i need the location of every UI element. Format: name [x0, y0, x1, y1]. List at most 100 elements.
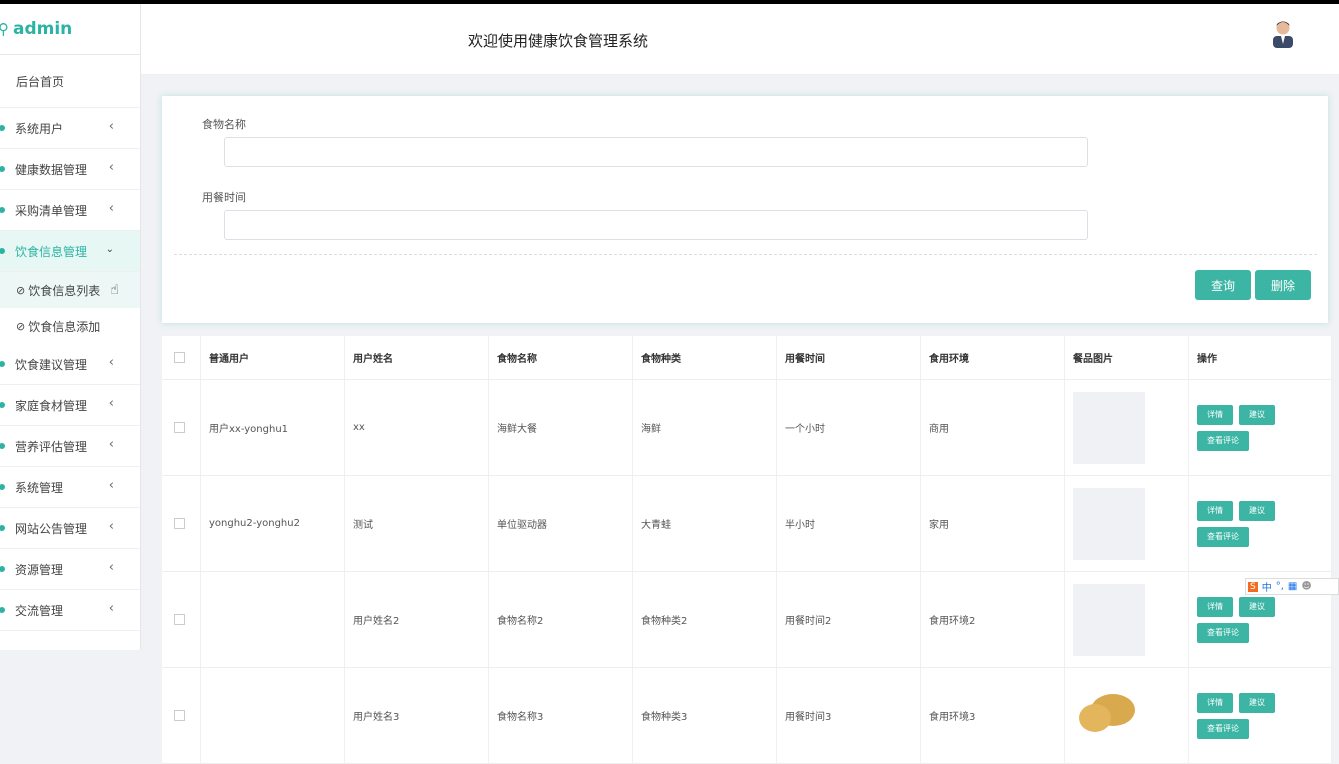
ime-logo-icon: S [1248, 581, 1258, 592]
chevron-left-icon: ‹ [108, 396, 114, 411]
check-circle-icon: ⊘ [16, 283, 26, 297]
suggest-button[interactable]: 建议 [1239, 596, 1275, 617]
table-cell: 食物种类2 [633, 572, 777, 667]
menu-dot-icon [0, 166, 5, 172]
meal-time-input[interactable] [224, 210, 1088, 240]
table-cell: 用户姓名3 [345, 668, 489, 763]
table-row: 用户姓名3 食物名称3 食物种类3 用餐时间3 食用环境3 详情 建议 查看评论 [162, 668, 1332, 764]
menu-dot-icon [0, 443, 5, 449]
menu-dot-icon [0, 607, 5, 613]
ime-lang[interactable]: 中 [1262, 579, 1272, 594]
menu-dot-icon [0, 125, 5, 131]
row-checkbox[interactable] [174, 710, 185, 721]
row-checkbox[interactable] [174, 614, 185, 625]
sidebar-item-health-data[interactable]: 健康数据管理 ‹ [0, 149, 140, 190]
select-all-cell [162, 336, 201, 379]
ime-toolbar[interactable]: S 中 °, ▦ ☻ [1245, 578, 1339, 595]
table-cell: 半小时 [777, 476, 921, 571]
user-icon: ⚲ [0, 20, 9, 38]
select-all-checkbox[interactable] [174, 352, 185, 363]
check-circle-icon: ⊘ [16, 319, 26, 333]
image-cell [1065, 572, 1189, 667]
sidebar-item-system-users[interactable]: 系统用户 ‹ [0, 108, 140, 149]
table-cell: 食物名称3 [489, 668, 633, 763]
detail-button[interactable]: 详情 [1197, 596, 1233, 617]
sidebar-item-resource[interactable]: 资源管理 ‹ [0, 549, 140, 590]
table-cell: 食用环境3 [921, 668, 1065, 763]
sidebar-item-notice[interactable]: 网站公告管理 ‹ [0, 508, 140, 549]
table-cell: 大青蛙 [633, 476, 777, 571]
sidebar-item-label: 网站公告管理 [15, 521, 88, 536]
menu-dot-icon [0, 361, 5, 367]
chevron-left-icon: ‹ [108, 201, 114, 216]
sidebar-item-family-food[interactable]: 家庭食材管理 ‹ [0, 385, 140, 426]
chevron-left-icon: ‹ [108, 160, 114, 175]
sidebar-item-diet-info[interactable]: 饮食信息管理 ⌄ [0, 231, 140, 272]
food-image [1073, 583, 1145, 656]
hand-cursor-icon: ☝ [110, 282, 119, 298]
comment-button[interactable]: 查看评论 [1197, 430, 1249, 451]
sidebar-item-system[interactable]: 系统管理 ‹ [0, 467, 140, 508]
detail-button[interactable]: 详情 [1197, 404, 1233, 425]
ops-cell: 详情 建议 查看评论 [1189, 668, 1332, 763]
ops-group: 详情 建议 查看评论 [1197, 500, 1307, 547]
comment-button[interactable]: 查看评论 [1197, 526, 1249, 547]
sidebar-sub-diet-list[interactable]: ⊘ 饮食信息列表 ☝ [0, 272, 140, 308]
ops-cell: 详情 建议 查看评论 [1189, 476, 1332, 571]
punctuation-icon[interactable]: °, [1276, 581, 1284, 592]
image-cell [1065, 380, 1189, 475]
table-header: 普通用户 用户姓名 食物名称 食物种类 用餐时间 食用环境 餐品图片 操作 [162, 336, 1332, 380]
sidebar-item-diet-suggest[interactable]: 饮食建议管理 ‹ [0, 344, 140, 385]
sidebar-item-label: 系统用户 [15, 121, 64, 136]
sidebar-item-home[interactable]: 后台首页 [0, 55, 140, 108]
row-checkbox[interactable] [174, 518, 185, 529]
sidebar-item-label: 饮食建议管理 [15, 357, 88, 372]
suggest-button[interactable]: 建议 [1239, 500, 1275, 521]
delete-button[interactable]: 删除 [1255, 270, 1311, 300]
row-select-cell [162, 668, 201, 763]
food-name-label: 食物名称 [202, 118, 246, 131]
suggest-button[interactable]: 建议 [1239, 404, 1275, 425]
table-cell: 食物名称2 [489, 572, 633, 667]
avatar[interactable] [1271, 18, 1295, 48]
chevron-left-icon: ‹ [108, 355, 114, 370]
comment-button[interactable]: 查看评论 [1197, 718, 1249, 739]
user-icon[interactable]: ☻ [1301, 581, 1311, 592]
sidebar-sub-diet-add[interactable]: ⊘ 饮食信息添加 [0, 308, 140, 344]
table-row: 用户xx-yonghu1 xx 海鲜大餐 海鲜 一个小时 商用 详情 建议 查看… [162, 380, 1332, 476]
table-cell: 海鲜大餐 [489, 380, 633, 475]
sidebar-item-label: 家庭食材管理 [15, 398, 88, 413]
row-checkbox[interactable] [174, 422, 185, 433]
header: 欢迎使用健康饮食管理系统 [141, 4, 1339, 75]
menu-dot-icon [0, 484, 5, 490]
sidebar: ⚲ admin 后台首页 系统用户 ‹ 健康数据管理 ‹ 采购清单管理 ‹ 饮食信息管… [0, 4, 141, 650]
menu-dot-icon [0, 248, 5, 254]
food-name-input[interactable] [224, 137, 1088, 167]
meal-time-label: 用餐时间 [202, 191, 246, 204]
sidebar-item-label: 饮食信息管理 [15, 244, 88, 259]
header-cell: 食用环境 [921, 336, 1065, 379]
menu-dot-icon [0, 525, 5, 531]
sidebar-item-exchange[interactable]: 交流管理 ‹ [0, 590, 140, 631]
query-button[interactable]: 查询 [1195, 270, 1251, 300]
ops-group: 详情 建议 查看评论 [1197, 692, 1307, 739]
sidebar-item-label: 营养评估管理 [15, 439, 88, 454]
chevron-left-icon: ‹ [108, 119, 114, 134]
comment-button[interactable]: 查看评论 [1197, 622, 1249, 643]
keyboard-icon[interactable]: ▦ [1288, 581, 1297, 592]
detail-button[interactable]: 详情 [1197, 500, 1233, 521]
table-cell: 商用 [921, 380, 1065, 475]
divider [174, 254, 1317, 255]
image-cell [1065, 476, 1189, 571]
table-cell: 单位驱动器 [489, 476, 633, 571]
chevron-left-icon: ‹ [108, 601, 114, 616]
table-cell: 用户姓名2 [345, 572, 489, 667]
search-card: 食物名称 用餐时间 查询 删除 [162, 96, 1328, 323]
table-cell: 海鲜 [633, 380, 777, 475]
header-cell: 餐品图片 [1065, 336, 1189, 379]
sidebar-item-nutrition[interactable]: 营养评估管理 ‹ [0, 426, 140, 467]
brand-name: admin [13, 19, 73, 39]
brand: ⚲ admin [0, 4, 140, 55]
menu-dot-icon [0, 402, 5, 408]
sidebar-item-purchase-list[interactable]: 采购清单管理 ‹ [0, 190, 140, 231]
